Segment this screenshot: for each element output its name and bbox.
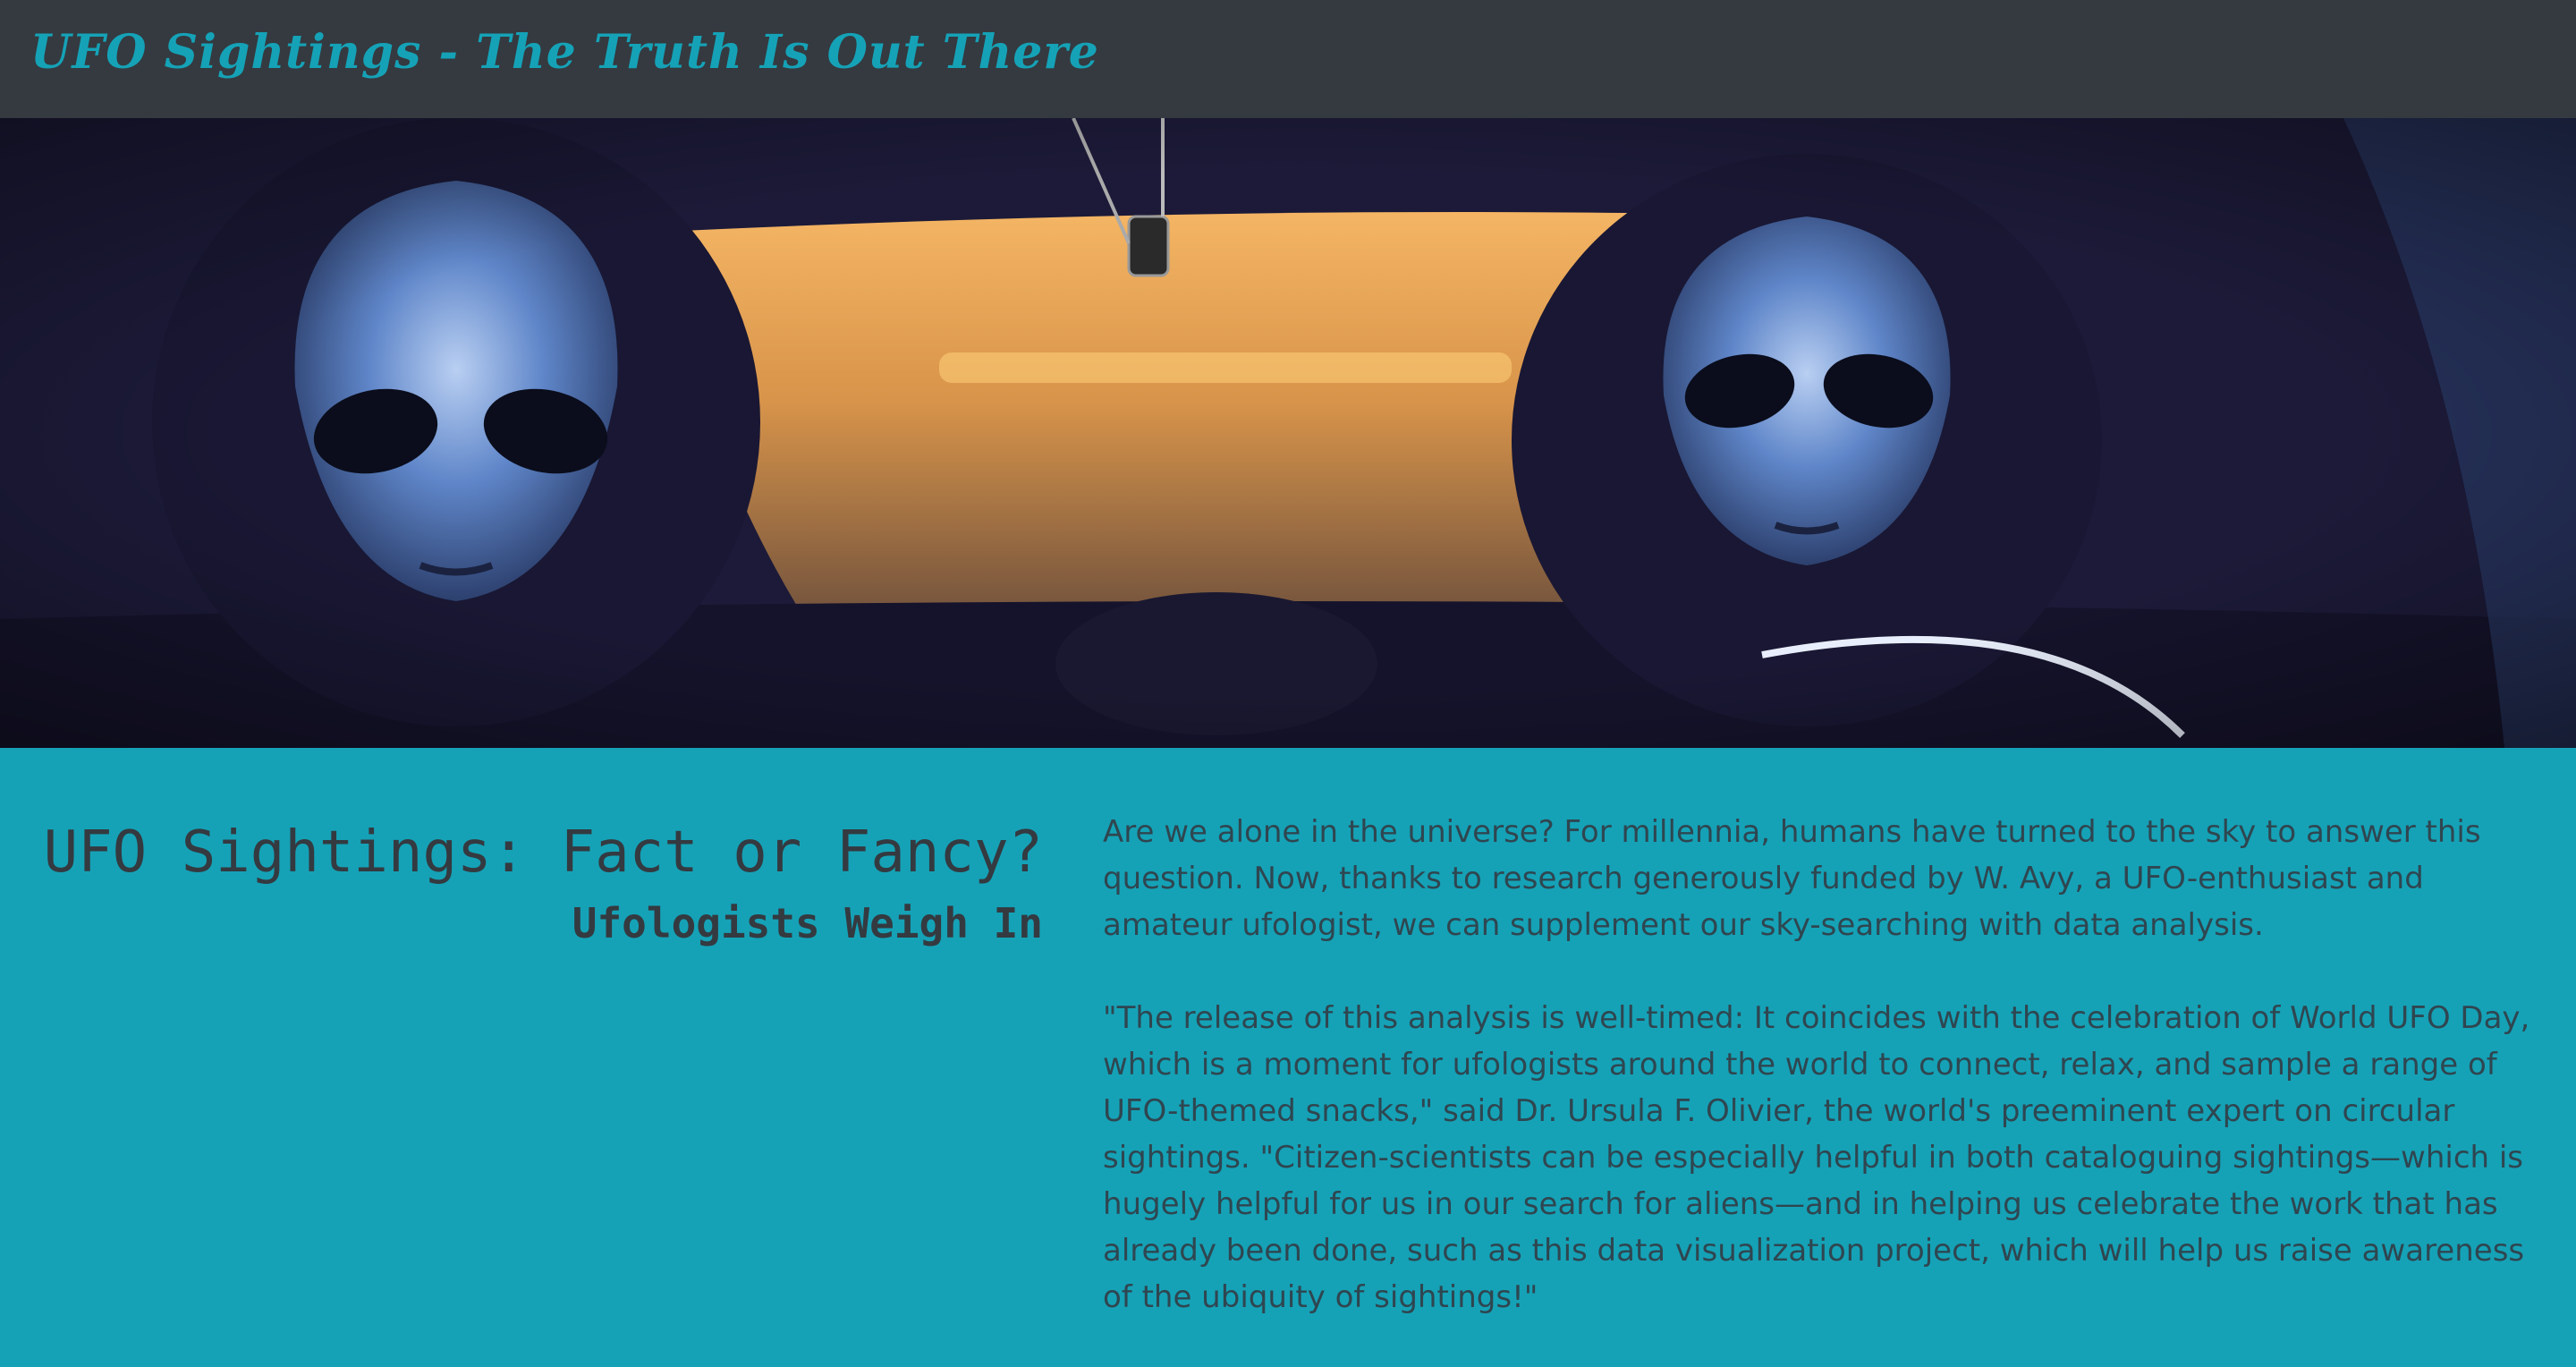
paragraph-quote: "The release of this analysis is well-ti… — [1103, 1000, 2530, 1315]
page-title: UFO Sightings: Fact or Fancy? — [43, 819, 1043, 886]
navbar-brand[interactable]: UFO Sightings - The Truth Is Out There — [30, 25, 1099, 80]
main-content: UFO Sightings: Fact or Fancy? Ufologists… — [0, 748, 2576, 1362]
hero-image — [0, 118, 2576, 748]
page-subtitle: Ufologists Weigh In — [572, 899, 1043, 947]
paragraph-intro: Are we alone in the universe? For millen… — [1103, 814, 2481, 943]
navbar: UFO Sightings - The Truth Is Out There — [0, 0, 2576, 118]
article-text: Are we alone in the universe? For millen… — [1103, 809, 2543, 1367]
alien-car-photo-icon — [0, 118, 2576, 748]
title-column: UFO Sightings: Fact or Fancy? Ufologists… — [36, 814, 1043, 950]
